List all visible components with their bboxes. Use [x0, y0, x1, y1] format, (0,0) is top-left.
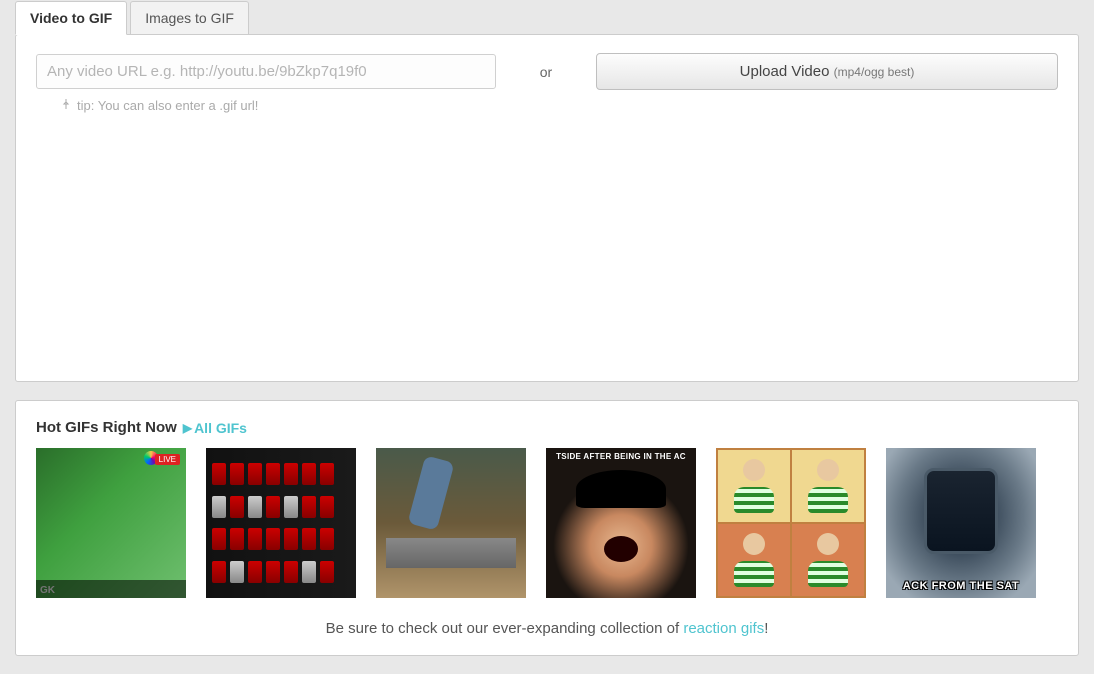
gif-caption: ACK FROM THE SAT [886, 580, 1036, 592]
upload-video-hint: (mp4/ogg best) [834, 65, 915, 79]
hot-gifs-thumbs: LIVE GK TSIDE AFTER BEING IN THE AC [36, 448, 1058, 598]
gif-thumb[interactable]: TSIDE AFTER BEING IN THE AC [546, 448, 696, 598]
footer-prefix: Be sure to check out our ever-expanding … [326, 620, 684, 637]
gif-caption: TSIDE AFTER BEING IN THE AC [546, 452, 696, 461]
upload-video-label: Upload Video [740, 63, 830, 80]
gif-caption: GK [40, 585, 55, 596]
gif-thumb[interactable]: ACK FROM THE SAT [886, 448, 1036, 598]
tip-row: tip: You can also enter a .gif url! [36, 98, 1058, 113]
all-gifs-label: All GIFs [194, 420, 247, 436]
footer-suffix: ! [764, 620, 768, 637]
gif-thumb[interactable] [376, 448, 526, 598]
tab-images-to-gif[interactable]: Images to GIF [130, 1, 249, 35]
or-separator: or [496, 64, 596, 80]
empty-area [36, 113, 1058, 363]
play-icon: ▶ [183, 421, 192, 435]
live-badge: LIVE [155, 454, 180, 465]
video-url-input[interactable] [36, 54, 496, 89]
all-gifs-link[interactable]: ▶All GIFs [183, 420, 247, 436]
footer-text: Be sure to check out our ever-expanding … [36, 620, 1058, 637]
tab-video-to-gif[interactable]: Video to GIF [15, 1, 127, 35]
reaction-gifs-link[interactable]: reaction gifs [683, 620, 764, 637]
hot-gifs-panel: Hot GIFs Right Now ▶All GIFs LIVE GK TSI… [15, 400, 1079, 656]
gif-thumb[interactable]: LIVE GK [36, 448, 186, 598]
tab-bar: Video to GIF Images to GIF [15, 1, 1079, 35]
pin-icon [60, 98, 72, 113]
tip-text: tip: You can also enter a .gif url! [77, 98, 258, 113]
upload-video-button[interactable]: Upload Video (mp4/ogg best) [596, 53, 1058, 90]
hot-gifs-title: Hot GIFs Right Now [36, 419, 177, 436]
upload-row: or Upload Video (mp4/ogg best) [36, 53, 1058, 90]
gif-thumb[interactable] [716, 448, 866, 598]
gif-thumb[interactable] [206, 448, 356, 598]
main-panel: or Upload Video (mp4/ogg best) tip: You … [15, 34, 1079, 382]
